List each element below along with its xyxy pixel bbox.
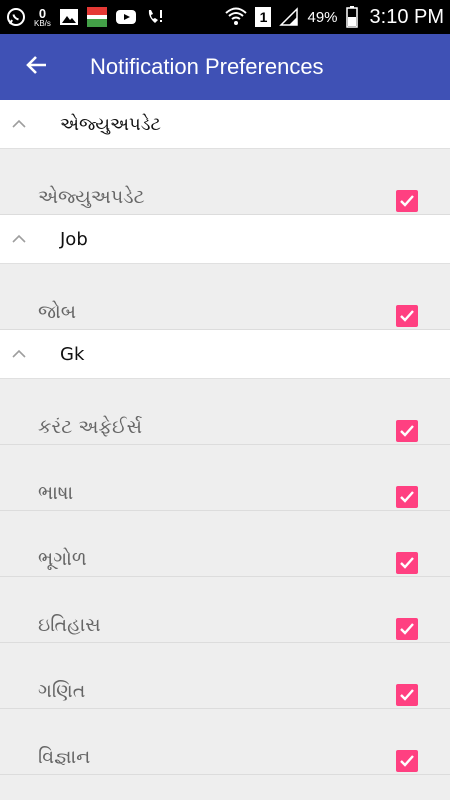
sim-indicator: 1 [255, 7, 272, 27]
chevron-up-icon [0, 234, 42, 244]
arrow-left-icon [25, 54, 47, 80]
pref-row-math[interactable]: ગણિત [0, 643, 450, 709]
group-header-job[interactable]: Job [0, 215, 450, 264]
pref-checkbox[interactable] [396, 684, 418, 706]
status-left: 0 KB/s [6, 0, 165, 34]
pref-checkbox[interactable] [396, 305, 418, 327]
wifi-icon [225, 7, 248, 27]
group-header-gk[interactable]: Gk [0, 330, 450, 379]
pref-label: ઇતિહાસ [38, 614, 101, 636]
preferences-list: એજ્યુઅપડેટ એજ્યુઅપડેટ Job જોબ Gk કરંટ અફ… [0, 100, 450, 800]
chevron-up-icon [0, 349, 42, 359]
group-spacer [0, 149, 450, 166]
pref-label: ભાષા [38, 482, 74, 504]
network-speed: 0 KB/s [34, 7, 51, 28]
network-speed-value: 0 [38, 5, 47, 21]
pref-row-language[interactable]: ભાષા [0, 445, 450, 511]
group-title: એજ્યુઅપડેટ [60, 113, 162, 135]
battery-percent: 49% [307, 8, 338, 26]
pref-checkbox[interactable] [396, 420, 418, 442]
group-title: Job [60, 228, 88, 250]
pref-row-current-affairs[interactable]: કરંટ અફેઈર્સ [0, 396, 450, 445]
back-button[interactable] [0, 34, 72, 100]
pref-label: જોબ [38, 301, 76, 323]
signal-icon [279, 7, 299, 27]
pref-label: ભૂગોળ [38, 548, 87, 570]
pref-checkbox[interactable] [396, 618, 418, 640]
image-icon [59, 8, 79, 26]
status-right: 1 49% 3:10 PM [225, 0, 444, 34]
pref-checkbox[interactable] [396, 552, 418, 574]
youtube-icon [115, 8, 137, 26]
group-spacer [0, 264, 450, 281]
battery-icon [345, 6, 358, 28]
group-title: Gk [60, 343, 85, 365]
pref-row-geography[interactable]: ભૂગોળ [0, 511, 450, 577]
clock: 3:10 PM [369, 5, 444, 28]
phone-icon [145, 7, 165, 27]
pref-label: એજ્યુઅપડેટ [38, 186, 145, 208]
pref-row-job[interactable]: જોબ [0, 281, 450, 330]
pref-label: ગણિત [38, 680, 86, 702]
page-title: Notification Preferences [90, 54, 324, 79]
pref-row-eduupdate[interactable]: એજ્યુઅપડેટ [0, 166, 450, 215]
group-header-eduupdate[interactable]: એજ્યુઅપડેટ [0, 100, 450, 149]
network-speed-unit: KB/s [34, 18, 51, 28]
pref-checkbox[interactable] [396, 486, 418, 508]
pref-label: વિજ્ઞાન [38, 746, 91, 768]
pref-checkbox[interactable] [396, 190, 418, 212]
whatsapp-icon [6, 7, 26, 27]
chevron-up-icon [0, 119, 42, 129]
group-spacer [0, 379, 450, 396]
pref-row-history[interactable]: ઇતિહાસ [0, 577, 450, 643]
app-bar: Notification Preferences [0, 34, 450, 100]
edu-app-icon [86, 7, 107, 27]
pref-checkbox[interactable] [396, 750, 418, 772]
pref-row-science[interactable]: વિજ્ઞાન [0, 709, 450, 775]
status-bar: 0 KB/s 1 49% 3:10 PM [0, 0, 450, 34]
pref-label: કરંટ અફેઈર્સ [38, 416, 143, 438]
